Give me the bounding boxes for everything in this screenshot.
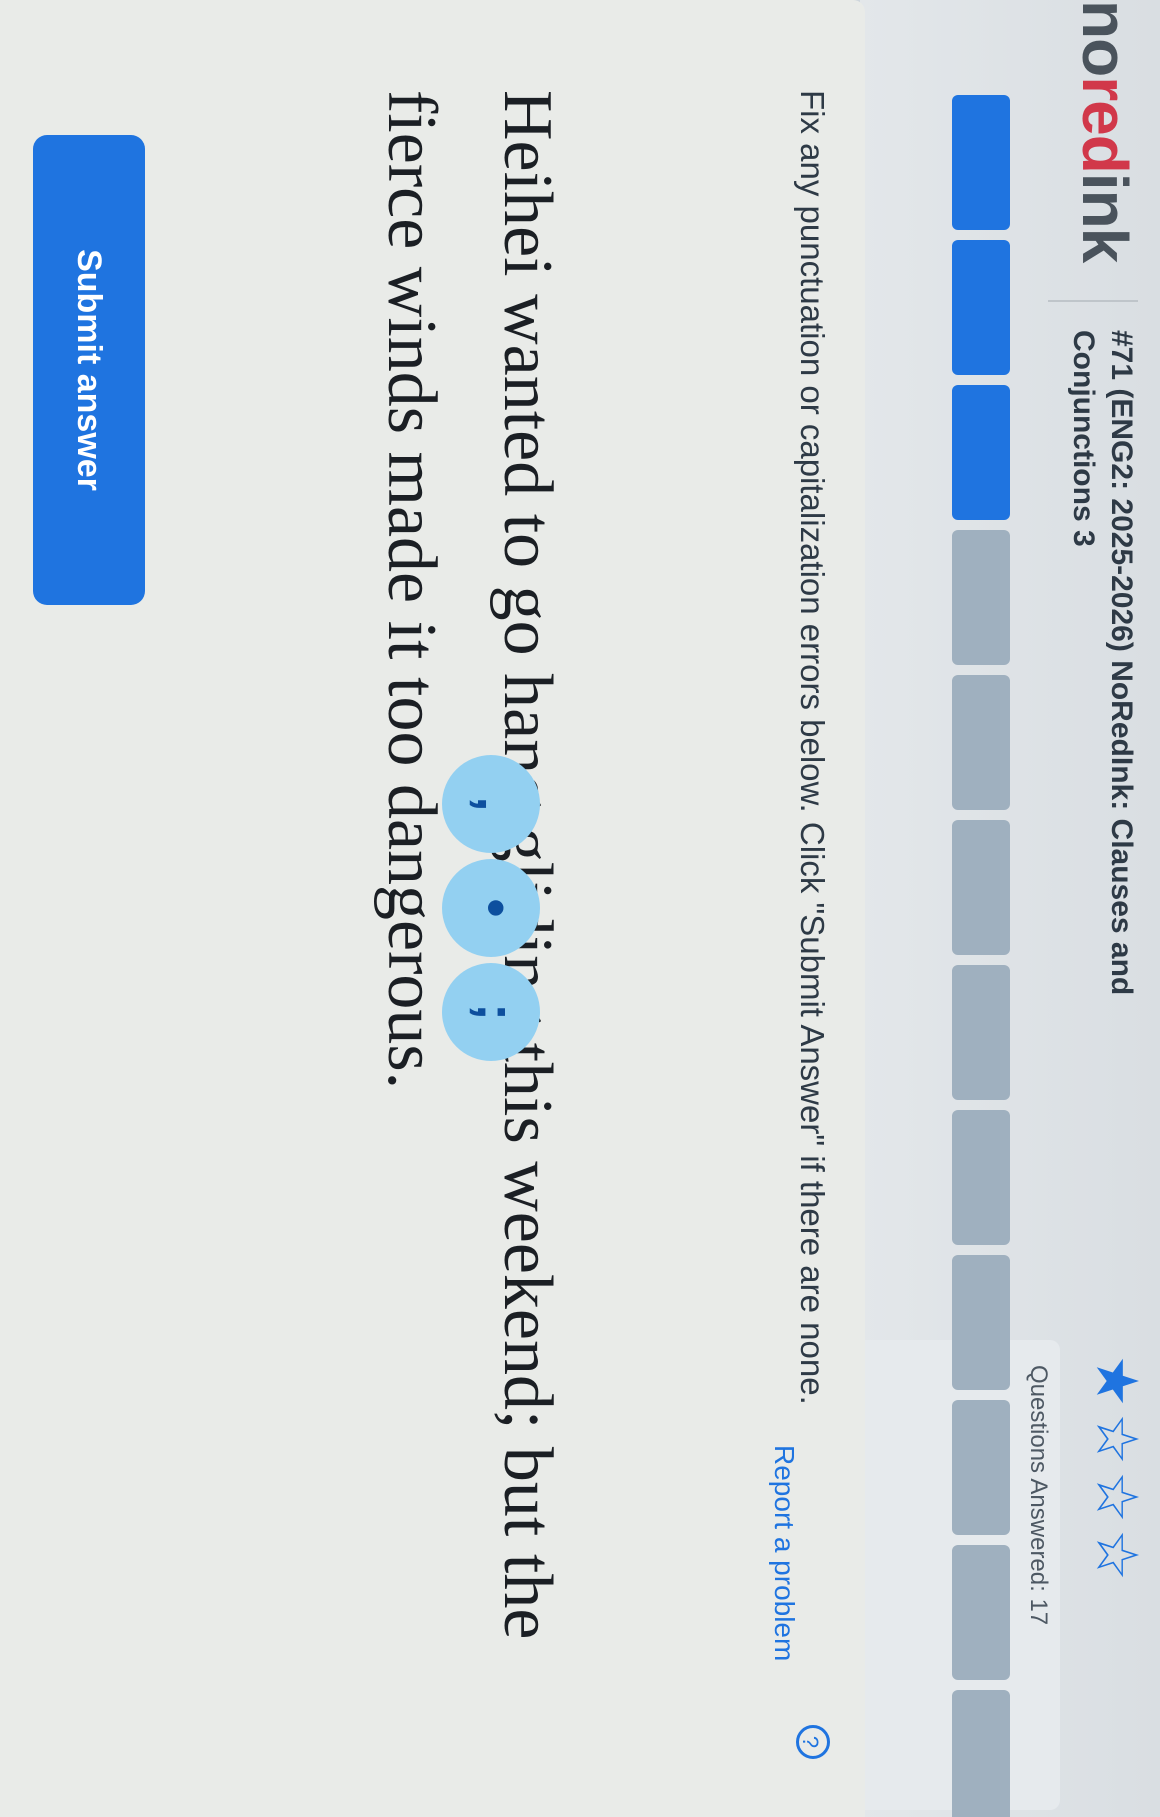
assignment-title: #71 (ENG2: 2025-2026) NoRedInk: Clauses …	[1067, 330, 1138, 996]
comma-option-button[interactable]: ,	[442, 755, 540, 853]
logo-prefix: no	[1069, 0, 1141, 77]
progress-segment	[952, 240, 1010, 375]
star-filled-icon: ★	[1084, 1355, 1149, 1407]
help-icon[interactable]: ?	[796, 1725, 830, 1759]
progress-segment	[952, 1400, 1010, 1535]
star-empty-icon: ☆	[1084, 1471, 1149, 1523]
progress-bar	[950, 95, 1010, 1817]
submit-answer-button[interactable]: Submit answer	[33, 135, 145, 605]
noredink-logo[interactable]: noredink	[1068, 0, 1142, 262]
progress-segment	[952, 1255, 1010, 1390]
period-option-button[interactable]: •	[442, 859, 540, 957]
star-empty-icon: ☆	[1084, 1413, 1149, 1465]
progress-segment	[952, 530, 1010, 665]
questions-answered: Questions Answered: 17	[1025, 1365, 1052, 1626]
progress-segment	[952, 95, 1010, 230]
logo-accent: red	[1069, 76, 1141, 173]
progress-segment	[952, 1690, 1010, 1817]
star-empty-icon: ☆	[1084, 1529, 1149, 1581]
star-rating: ★ ☆ ☆ ☆	[1084, 1355, 1149, 1581]
progress-segment	[952, 820, 1010, 955]
punctuation-palette: , • ;	[442, 755, 540, 1061]
report-problem-link[interactable]: Report a problem	[768, 1445, 800, 1661]
progress-segment	[952, 385, 1010, 520]
header: noredink #71 (ENG2: 2025-2026) NoRedInk:…	[850, 0, 1160, 1817]
logo-suffix: ink	[1069, 172, 1141, 263]
semicolon-option-button[interactable]: ;	[442, 963, 540, 1061]
progress-segment	[952, 1545, 1010, 1680]
progress-segment	[952, 965, 1010, 1100]
progress-segment	[952, 675, 1010, 810]
app-viewport: noredink #71 (ENG2: 2025-2026) NoRedInk:…	[0, 0, 1160, 1817]
progress-segment	[952, 1110, 1010, 1245]
header-divider	[1048, 300, 1138, 302]
